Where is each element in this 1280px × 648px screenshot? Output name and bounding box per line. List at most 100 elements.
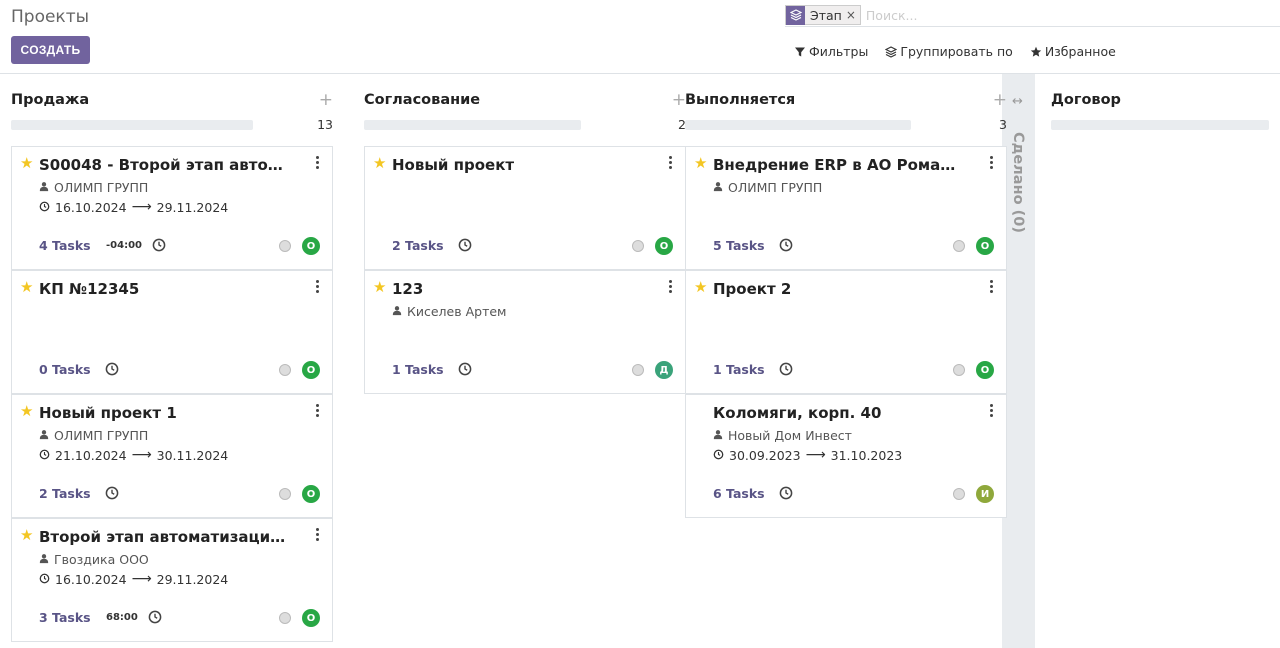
favorite-star-icon[interactable]: ★ bbox=[373, 280, 387, 295]
project-card[interactable]: ★ Новый проект 1 ОЛИМП ГРУПП 21.10.2024 ⟶ 30.… bbox=[11, 394, 333, 518]
search-bar[interactable]: Этап × bbox=[785, 4, 1280, 27]
project-card[interactable]: ★ 123 Киселев Артем 1 Tasks Д bbox=[364, 270, 686, 394]
activity-clock-icon[interactable] bbox=[779, 361, 793, 376]
kanban-state-dot[interactable] bbox=[279, 364, 291, 376]
date-end: 30.11.2024 bbox=[156, 447, 229, 463]
card-menu-icon[interactable] bbox=[314, 528, 320, 542]
card-menu-icon[interactable] bbox=[988, 156, 994, 170]
date-end: 29.11.2024 bbox=[156, 571, 229, 587]
avatar[interactable]: И bbox=[976, 485, 994, 503]
card-menu-icon[interactable] bbox=[988, 280, 994, 294]
arrow-right-icon: ⟶ bbox=[131, 447, 152, 463]
quick-create-plus-icon[interactable]: + bbox=[672, 90, 686, 110]
kanban-state-dot[interactable] bbox=[953, 488, 965, 500]
favorite-star-icon[interactable]: ★ bbox=[694, 280, 708, 295]
tasks-link[interactable]: 2 Tasks bbox=[39, 486, 91, 501]
avatar[interactable]: О bbox=[302, 609, 320, 627]
card-title[interactable]: Новый проект bbox=[392, 156, 642, 174]
activity-clock-icon[interactable] bbox=[148, 609, 162, 624]
favorite-star-icon[interactable]: ★ bbox=[694, 156, 708, 171]
favorite-star-icon[interactable]: ★ bbox=[20, 404, 34, 419]
card-title[interactable]: 123 bbox=[392, 280, 642, 298]
kanban-state-dot[interactable] bbox=[279, 612, 291, 624]
favorites-menu[interactable]: Избранное bbox=[1030, 44, 1116, 59]
card-partner: ОЛИМП ГРУПП bbox=[39, 180, 148, 195]
facet-remove-icon[interactable]: × bbox=[846, 8, 860, 22]
kanban-state-dot[interactable] bbox=[953, 240, 965, 252]
project-card[interactable]: ★ КП №12345 0 Tasks О bbox=[11, 270, 333, 394]
layers-icon bbox=[885, 45, 898, 58]
tasks-link[interactable]: 5 Tasks bbox=[713, 238, 765, 253]
card-title[interactable]: Коломяги, корп. 40 bbox=[713, 404, 963, 422]
avatar[interactable]: О bbox=[302, 361, 320, 379]
user-icon bbox=[392, 304, 402, 319]
avatar[interactable]: О bbox=[655, 237, 673, 255]
tasks-link[interactable]: 3 Tasks bbox=[39, 610, 91, 625]
card-footer: 5 Tasks О bbox=[713, 237, 994, 255]
card-footer: 2 Tasks О bbox=[39, 485, 320, 503]
activity-clock-icon[interactable] bbox=[779, 485, 793, 500]
card-title[interactable]: КП №12345 bbox=[39, 280, 289, 298]
tasks-link[interactable]: 0 Tasks bbox=[39, 362, 91, 377]
card-title[interactable]: S00048 - Второй этап автомат... bbox=[39, 156, 289, 174]
kanban-state-dot[interactable] bbox=[632, 240, 644, 252]
project-card[interactable]: ★ Проект 2 1 Tasks О bbox=[685, 270, 1007, 394]
tasks-link[interactable]: 6 Tasks bbox=[713, 486, 765, 501]
breadcrumb[interactable]: Проекты bbox=[11, 7, 89, 27]
card-menu-icon[interactable] bbox=[988, 404, 994, 418]
search-input[interactable] bbox=[865, 7, 1166, 23]
column-title[interactable]: Продажа bbox=[11, 92, 89, 108]
kanban-state-dot[interactable] bbox=[632, 364, 644, 376]
activity-clock-icon[interactable] bbox=[105, 361, 119, 376]
activity-clock-icon[interactable] bbox=[458, 237, 472, 252]
kanban-state-dot[interactable] bbox=[279, 240, 291, 252]
create-button[interactable]: СОЗДАТЬ bbox=[11, 36, 90, 64]
card-title[interactable]: Проект 2 bbox=[713, 280, 963, 298]
column-title[interactable]: Договор bbox=[1051, 92, 1121, 108]
card-menu-icon[interactable] bbox=[314, 280, 320, 294]
avatar[interactable]: Д bbox=[655, 361, 673, 379]
group-by-menu[interactable]: Группировать по bbox=[885, 44, 1013, 59]
project-card[interactable]: Коломяги, корп. 40 Новый Дом Инвест 30.09.… bbox=[685, 394, 1007, 518]
project-card[interactable]: ★ Внедрение ERP в АО Ромашка ОЛИМП ГРУПП 5… bbox=[685, 146, 1007, 270]
tasks-link[interactable]: 4 Tasks bbox=[39, 238, 91, 253]
project-card[interactable]: ★ S00048 - Второй этап автомат... ОЛИМП ГР… bbox=[11, 146, 333, 270]
project-card[interactable]: ★ Новый проект 2 Tasks О bbox=[364, 146, 686, 270]
activity-clock-icon[interactable] bbox=[458, 361, 472, 376]
favorite-star-icon[interactable]: ★ bbox=[373, 156, 387, 171]
avatar[interactable]: О bbox=[976, 361, 994, 379]
tasks-link[interactable]: 1 Tasks bbox=[713, 362, 765, 377]
activity-clock-icon[interactable] bbox=[152, 237, 166, 252]
card-footer: 6 Tasks И bbox=[713, 485, 994, 503]
project-card[interactable]: ★ Второй этап автоматизации в ... Гвоздика… bbox=[11, 518, 333, 642]
avatar[interactable]: О bbox=[976, 237, 994, 255]
filters-label: Фильтры bbox=[809, 44, 869, 59]
quick-create-plus-icon[interactable]: + bbox=[993, 90, 1007, 110]
avatar[interactable]: О bbox=[302, 485, 320, 503]
quick-create-plus-icon[interactable]: + bbox=[319, 90, 333, 110]
card-title[interactable]: Второй этап автоматизации в ... bbox=[39, 528, 289, 546]
folded-column-label[interactable]: Сделано (0) bbox=[1010, 132, 1026, 233]
kanban-state-dot[interactable] bbox=[279, 488, 291, 500]
card-menu-icon[interactable] bbox=[667, 156, 673, 170]
card-menu-icon[interactable] bbox=[667, 280, 673, 294]
column-title[interactable]: Выполняется bbox=[685, 92, 795, 108]
partner-name: Киселев Артем bbox=[407, 304, 507, 319]
activity-clock-icon[interactable] bbox=[105, 485, 119, 500]
tasks-link[interactable]: 1 Tasks bbox=[392, 362, 444, 377]
favorite-star-icon[interactable]: ★ bbox=[20, 528, 34, 543]
card-menu-icon[interactable] bbox=[314, 404, 320, 418]
favorite-star-icon[interactable]: ★ bbox=[20, 156, 34, 171]
kanban-state-dot[interactable] bbox=[953, 364, 965, 376]
card-menu-icon[interactable] bbox=[314, 156, 320, 170]
card-title[interactable]: Новый проект 1 bbox=[39, 404, 289, 422]
tasks-link[interactable]: 2 Tasks bbox=[392, 238, 444, 253]
filters-menu[interactable]: Фильтры bbox=[794, 44, 868, 59]
unfold-arrow-icon[interactable]: ↔ bbox=[1012, 94, 1023, 109]
card-title[interactable]: Внедрение ERP в АО Ромашка bbox=[713, 156, 963, 174]
avatar[interactable]: О bbox=[302, 237, 320, 255]
column-title[interactable]: Согласование bbox=[364, 92, 480, 108]
favorite-star-icon[interactable]: ★ bbox=[20, 280, 34, 295]
card-footer: 0 Tasks О bbox=[39, 361, 320, 379]
activity-clock-icon[interactable] bbox=[779, 237, 793, 252]
